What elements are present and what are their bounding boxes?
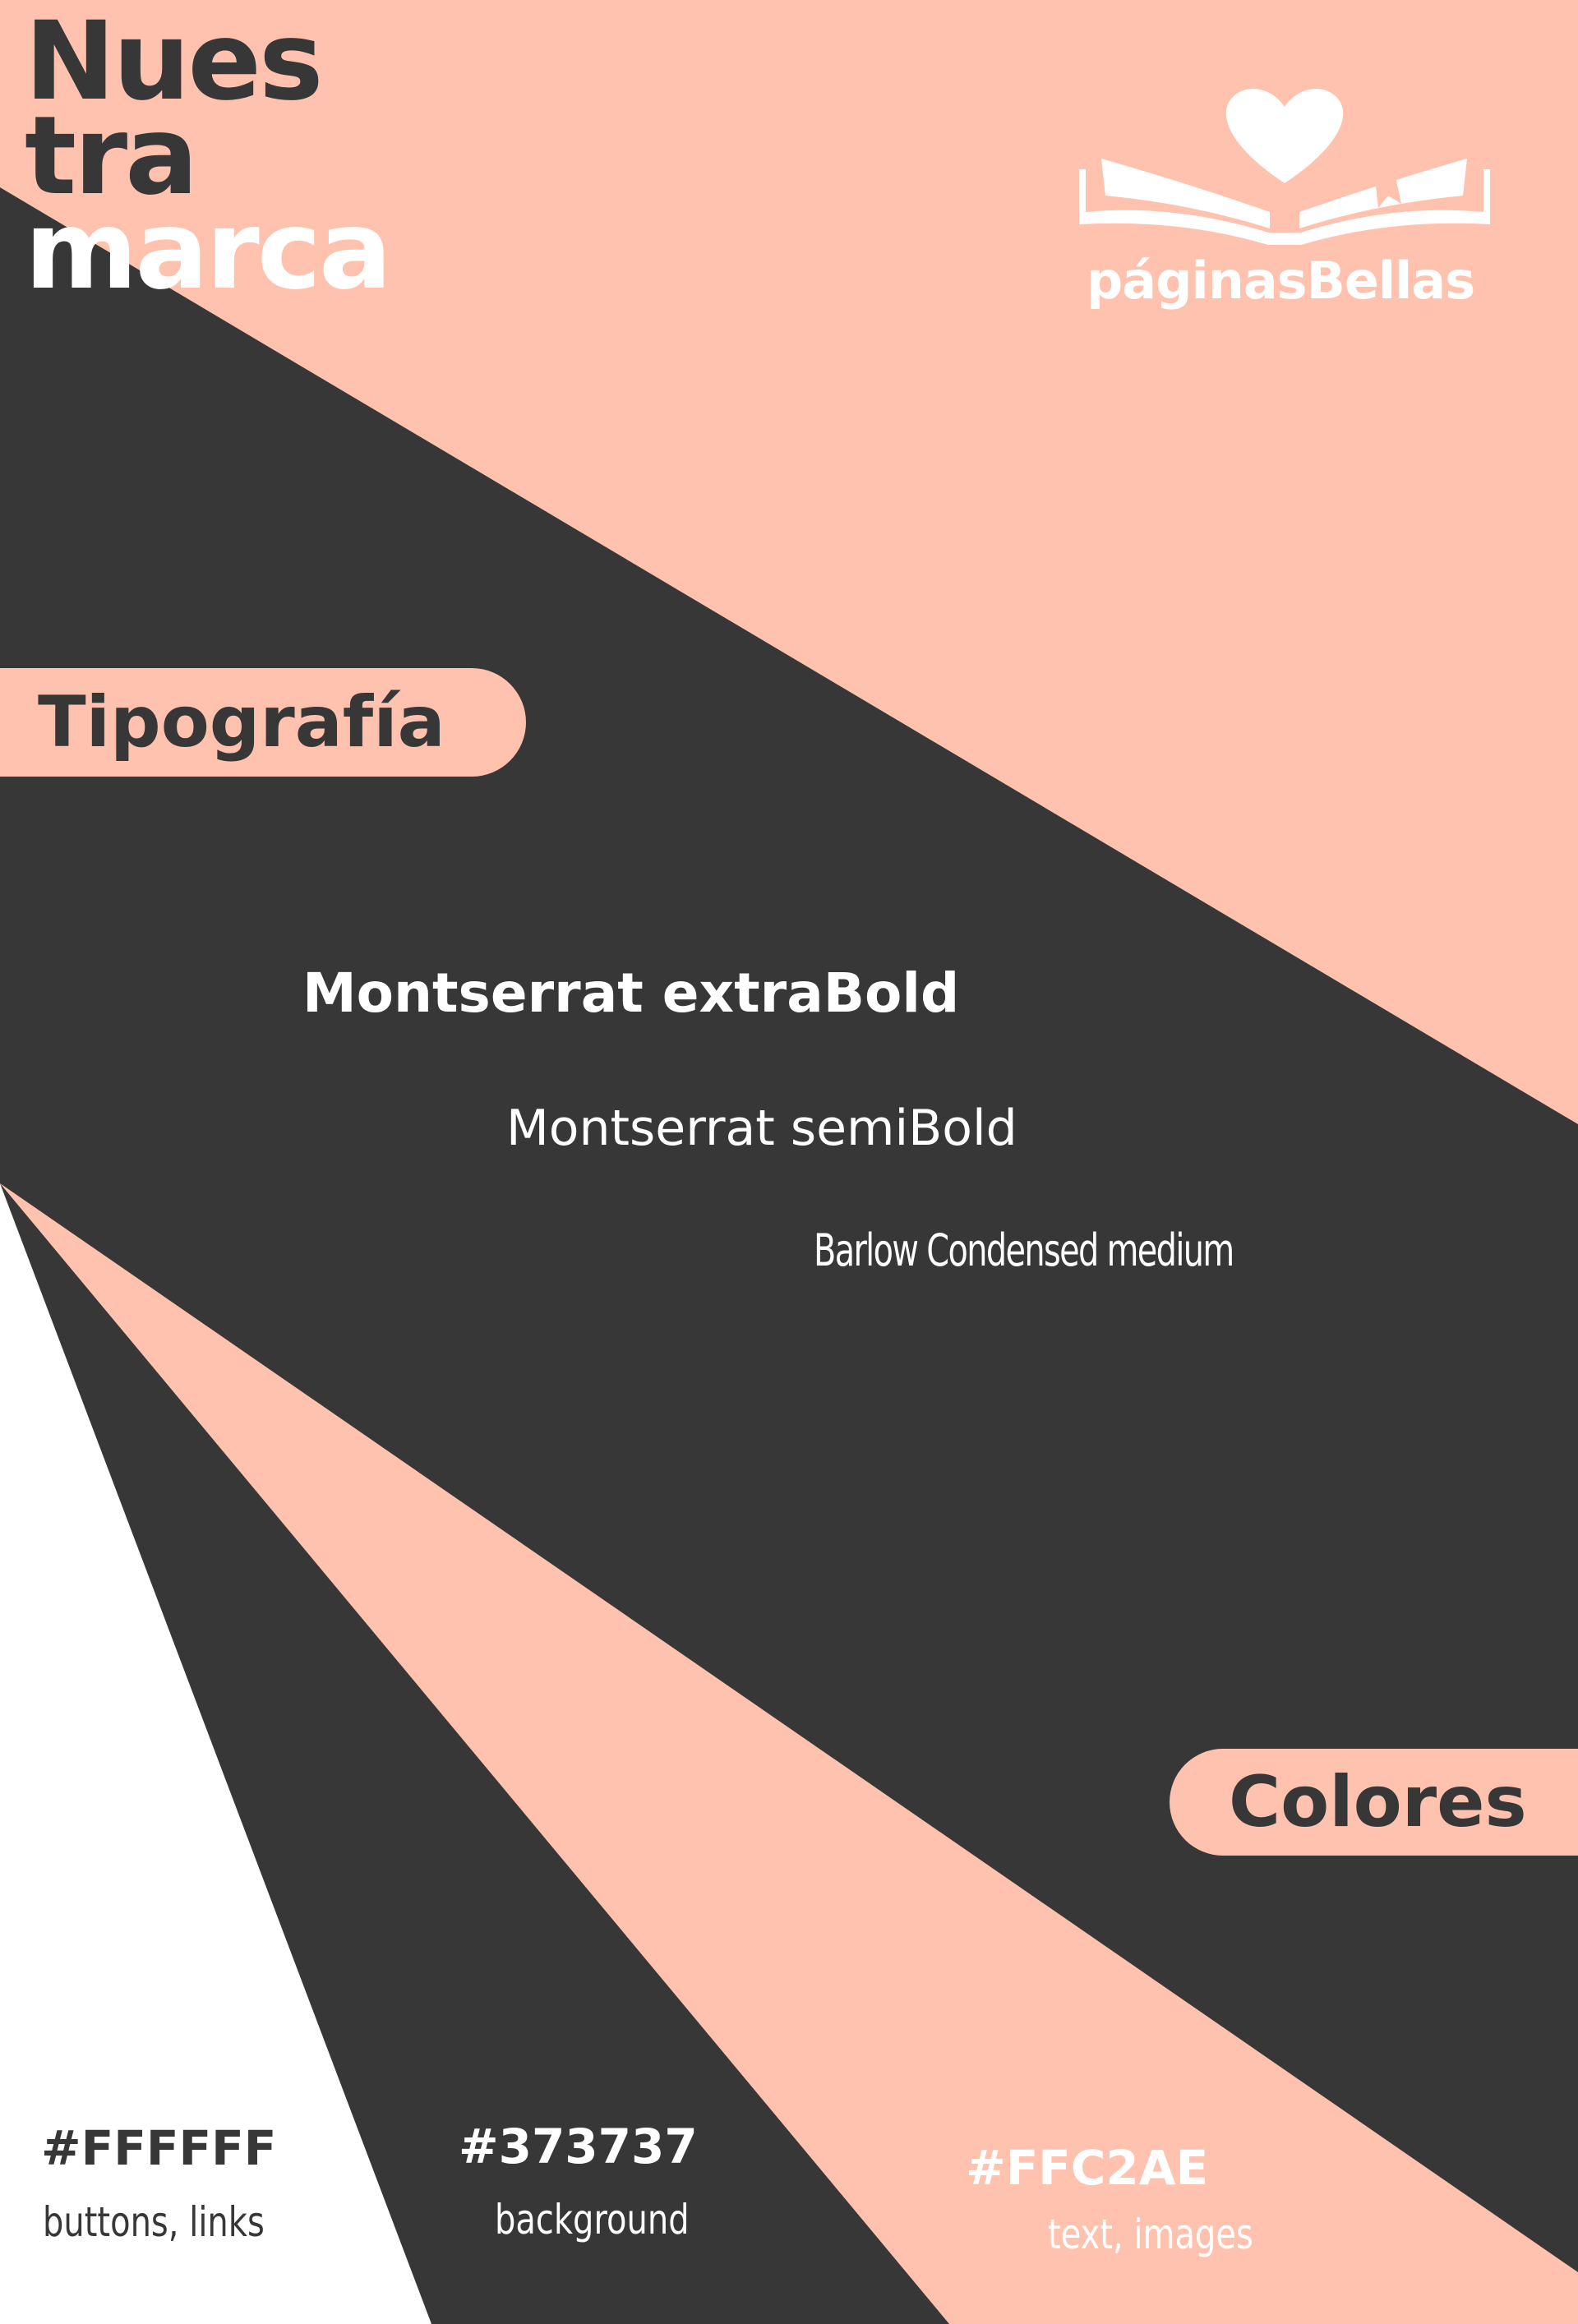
font-sample-semibold: Montserrat semiBold	[506, 1100, 1017, 1157]
color-usage-white: buttons, links	[43, 2198, 265, 2246]
font-sample-condensed: Barlow Condensed medium	[814, 1224, 1234, 1276]
colors-section-label: Colores	[1170, 1749, 1578, 1856]
color-usage-peach: text, images	[1048, 2211, 1253, 2258]
color-usage-dark: background	[495, 2196, 690, 2243]
color-hex-peach: #FFC2AE	[966, 2140, 1209, 2196]
color-hex-dark: #373737	[459, 2119, 698, 2174]
color-hex-white: #FFFFFF	[41, 2120, 277, 2176]
font-sample-extrabold: Montserrat extraBold	[302, 961, 960, 1025]
logo-wordmark: páginasBellas	[1086, 251, 1475, 311]
page-title-line-3: marca	[25, 187, 392, 314]
typography-section-label: Tipografía	[0, 668, 526, 777]
background-shapes	[0, 0, 1578, 2324]
